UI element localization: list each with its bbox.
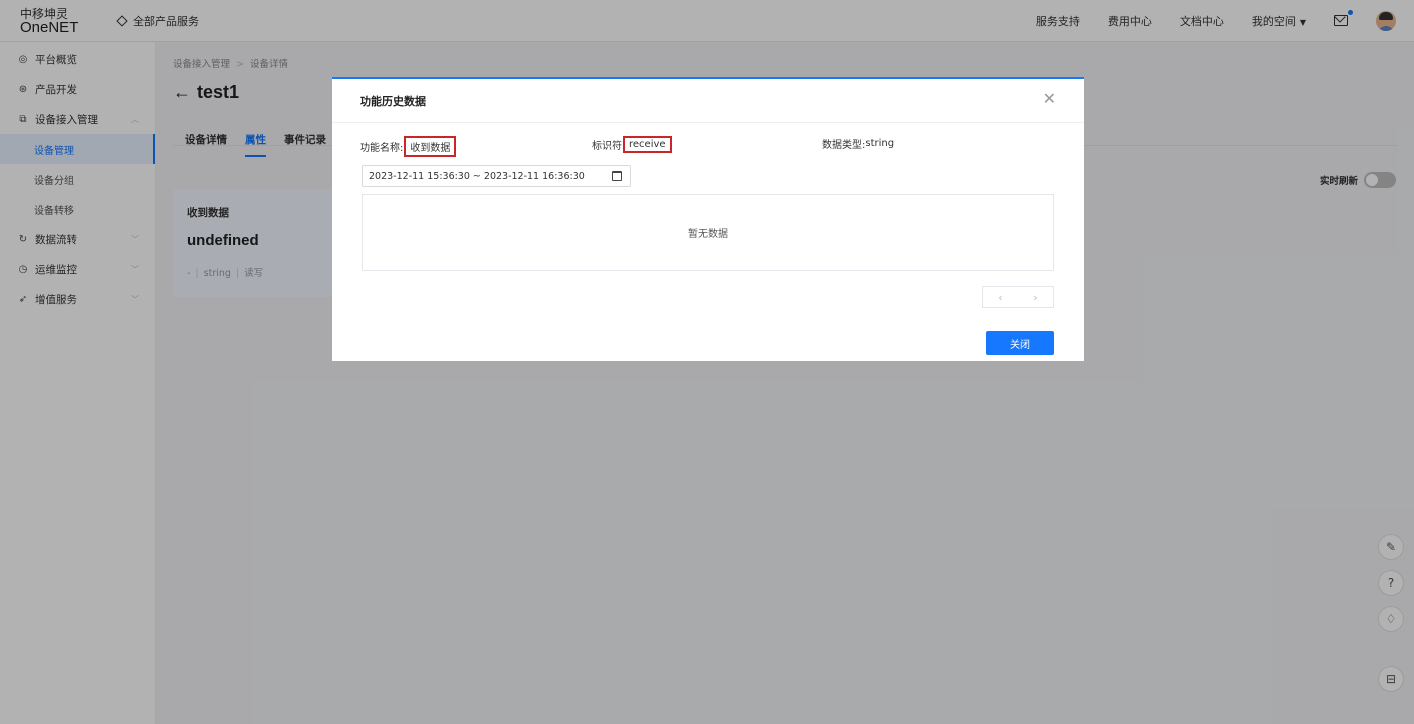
next-page-icon[interactable]: ›	[1033, 291, 1037, 304]
modal-title: 功能历史数据	[332, 79, 1084, 123]
data-type-value: string	[865, 138, 895, 149]
date-range-value: 2023-12-11 15:36:30 ~ 2023-12-11 16:36:3…	[369, 170, 585, 182]
data-type-field: 数据类型: string	[822, 136, 894, 151]
data-type-label: 数据类型:	[822, 140, 866, 151]
history-table: 暂无数据	[362, 194, 1054, 271]
function-name-field: 功能名称: 收到数据	[360, 136, 457, 157]
identifier-field: 标识符 receive	[592, 136, 672, 153]
modal-fields: 功能名称: 收到数据 标识符 receive 数据类型: string	[360, 136, 1060, 157]
close-button[interactable]: 关闭	[986, 331, 1054, 355]
close-icon[interactable]: ✕	[1043, 91, 1056, 107]
calendar-icon	[612, 171, 622, 181]
empty-text: 暂无数据	[688, 229, 728, 240]
function-name-label: 功能名称:	[360, 143, 404, 154]
pagination: ‹ ›	[982, 286, 1054, 308]
history-data-modal: 功能历史数据 ✕ 功能名称: 收到数据 标识符 receive 数据类型: st…	[332, 77, 1084, 361]
identifier-label: 标识符	[592, 141, 622, 152]
prev-page-icon[interactable]: ‹	[998, 291, 1002, 304]
identifier-value: receive	[623, 136, 672, 153]
date-range-picker[interactable]: 2023-12-11 15:36:30 ~ 2023-12-11 16:36:3…	[362, 165, 631, 187]
function-name-value: 收到数据	[404, 136, 457, 157]
